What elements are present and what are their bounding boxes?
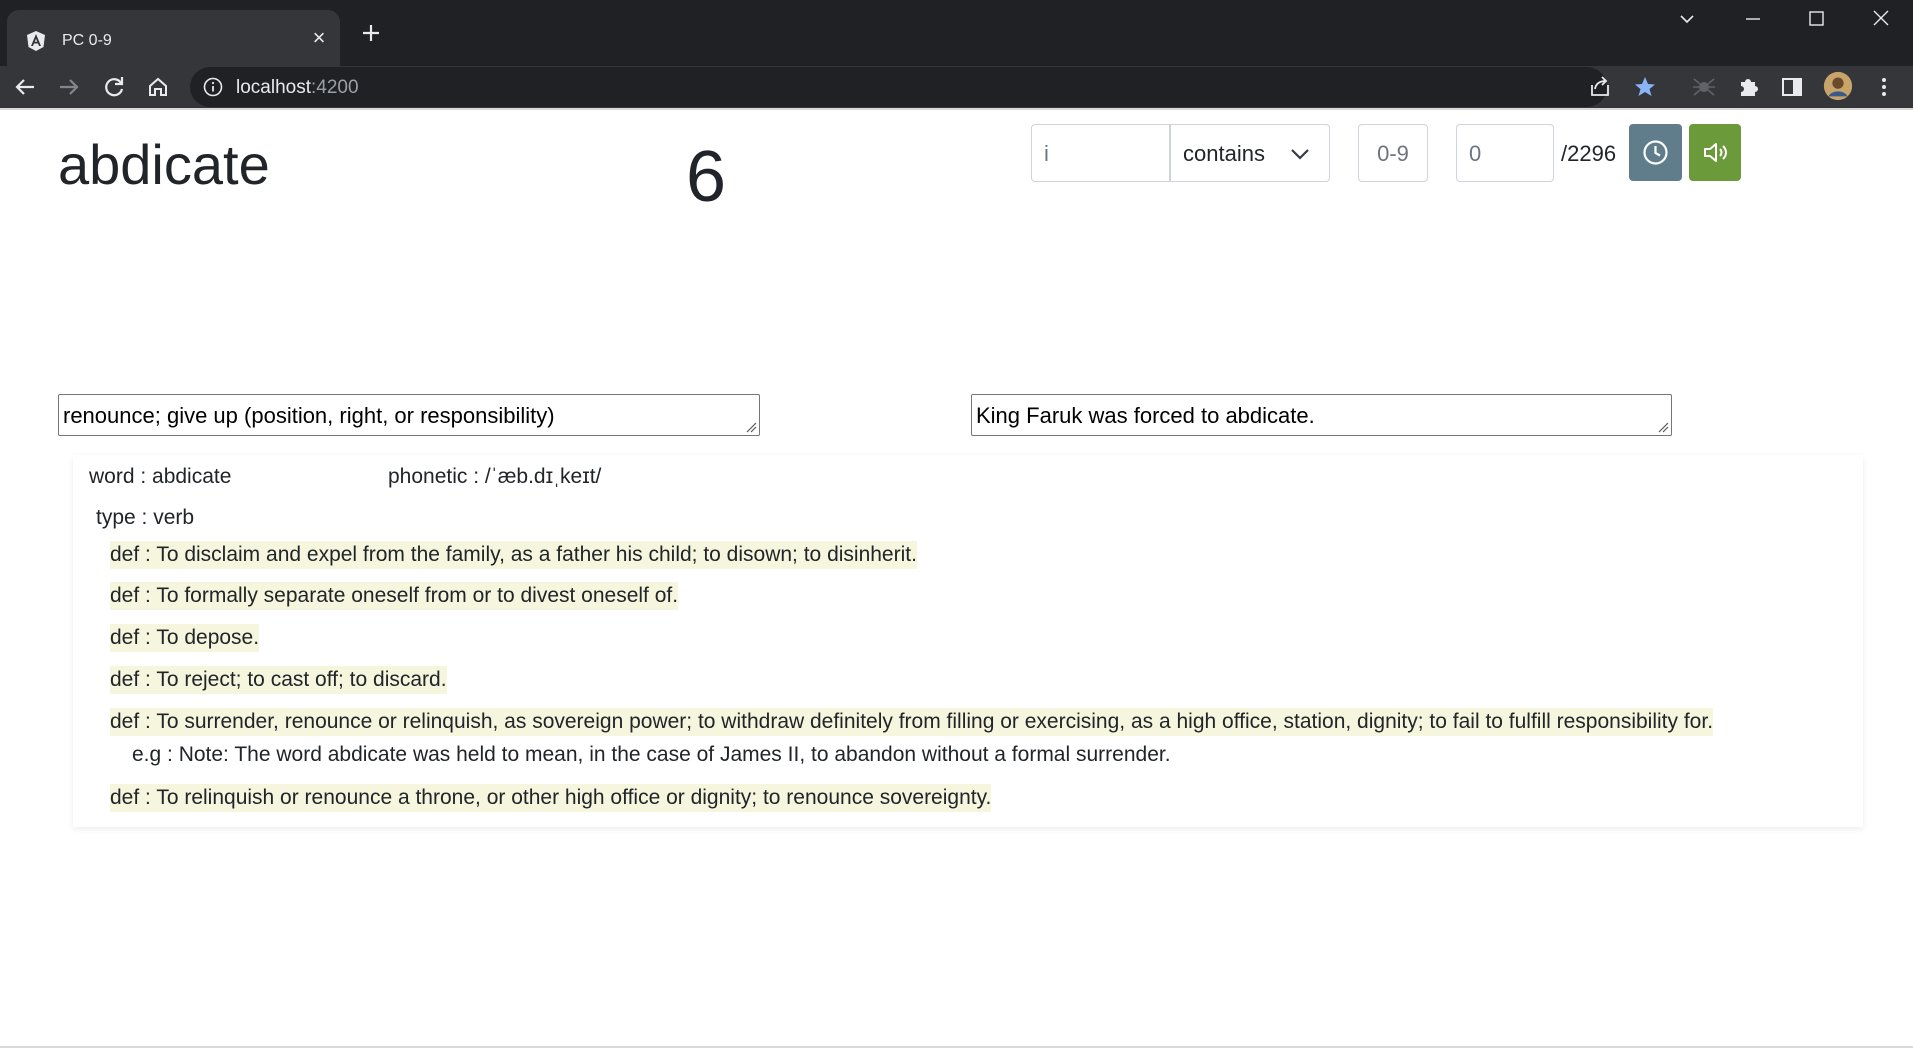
side-panel-icon[interactable] — [1776, 71, 1808, 103]
speaker-icon — [1704, 143, 1727, 162]
example-line: e.g : Note: The word abdicate was held t… — [132, 743, 1171, 766]
browser-tab[interactable]: PC 0-9 × — [7, 10, 340, 66]
resize-handle-icon[interactable] — [1657, 421, 1669, 433]
resize-handle-icon[interactable] — [745, 421, 757, 433]
phonetic-line: phonetic : /ˈæb.dɪˌkeɪt/ — [388, 465, 602, 488]
extension-spider-icon[interactable] — [1688, 71, 1720, 103]
browser-titlebar: PC 0-9 × — [0, 0, 1913, 66]
url-text: localhost:4200 — [236, 77, 359, 99]
clock-icon — [1643, 140, 1668, 165]
forward-icon[interactable] — [53, 71, 85, 103]
site-info-icon[interactable] — [202, 76, 224, 98]
home-icon[interactable] — [142, 71, 174, 103]
search-input[interactable]: i — [1031, 124, 1170, 182]
address-bar[interactable]: localhost:4200 — [190, 67, 1655, 107]
meaning-text: renounce; give up (position, right, or r… — [63, 403, 555, 428]
browser-toolbar: localhost:4200 — [0, 66, 1913, 108]
extensions-puzzle-icon[interactable] — [1732, 71, 1764, 103]
page-bottom-border — [0, 1046, 1913, 1048]
range-input[interactable]: 0-9 — [1358, 124, 1428, 182]
definition-item: def : To disclaim and expel from the fam… — [110, 541, 917, 569]
index-input[interactable]: 0 — [1456, 124, 1554, 182]
maximize-icon[interactable] — [1786, 0, 1848, 40]
example-text: King Faruk was forced to abdicate. — [976, 403, 1315, 428]
definition-item: def : To formally separate oneself from … — [110, 582, 679, 610]
url-host: localhost — [236, 77, 311, 98]
filter-mode-select[interactable]: contains — [1170, 124, 1330, 182]
angular-icon — [27, 31, 45, 51]
definition-item: def : To depose. — [110, 624, 260, 652]
avatar[interactable] — [1822, 70, 1854, 102]
tab-close-icon[interactable]: × — [305, 24, 333, 52]
definition-item: def : To relinquish or renounce a throne… — [110, 784, 992, 812]
word-count: 6 — [686, 137, 727, 217]
bookmark-star-icon[interactable] — [1629, 71, 1661, 103]
search-input-value: i — [1044, 141, 1049, 166]
filter-mode-value: contains — [1183, 141, 1265, 166]
type-line: type : verb — [96, 506, 195, 529]
total-count: /2296 — [1561, 141, 1617, 166]
minimize-icon[interactable] — [1722, 0, 1784, 40]
close-window-icon[interactable] — [1850, 0, 1912, 40]
timer-button[interactable] — [1629, 124, 1682, 181]
word-title: abdicate — [58, 133, 270, 196]
more-menu-icon[interactable] — [1868, 71, 1900, 103]
example-textarea[interactable]: King Faruk was forced to abdicate. — [971, 394, 1672, 436]
back-icon[interactable] — [9, 71, 41, 103]
pronounce-button[interactable] — [1689, 124, 1741, 181]
page-top-border — [0, 108, 1913, 110]
share-icon[interactable] — [1584, 71, 1616, 103]
tab-search-icon[interactable] — [1656, 0, 1718, 40]
word-line: word : abdicate — [89, 465, 232, 488]
definition-item: def : To surrender, renounce or relinqui… — [110, 708, 1714, 736]
definition-item: def : To reject; to cast off; to discard… — [110, 666, 447, 694]
meaning-textarea[interactable]: renounce; give up (position, right, or r… — [58, 394, 760, 436]
reload-icon[interactable] — [98, 71, 130, 103]
new-tab-icon[interactable] — [356, 18, 386, 48]
index-input-value: 0 — [1469, 141, 1482, 166]
range-input-value: 0-9 — [1377, 141, 1409, 166]
tab-title: PC 0-9 — [62, 32, 112, 49]
chevron-down-icon — [1291, 149, 1309, 160]
url-port: :4200 — [311, 77, 359, 98]
definition-card: word : abdicate phonetic : /ˈæb.dɪˌkeɪt/… — [73, 455, 1863, 827]
